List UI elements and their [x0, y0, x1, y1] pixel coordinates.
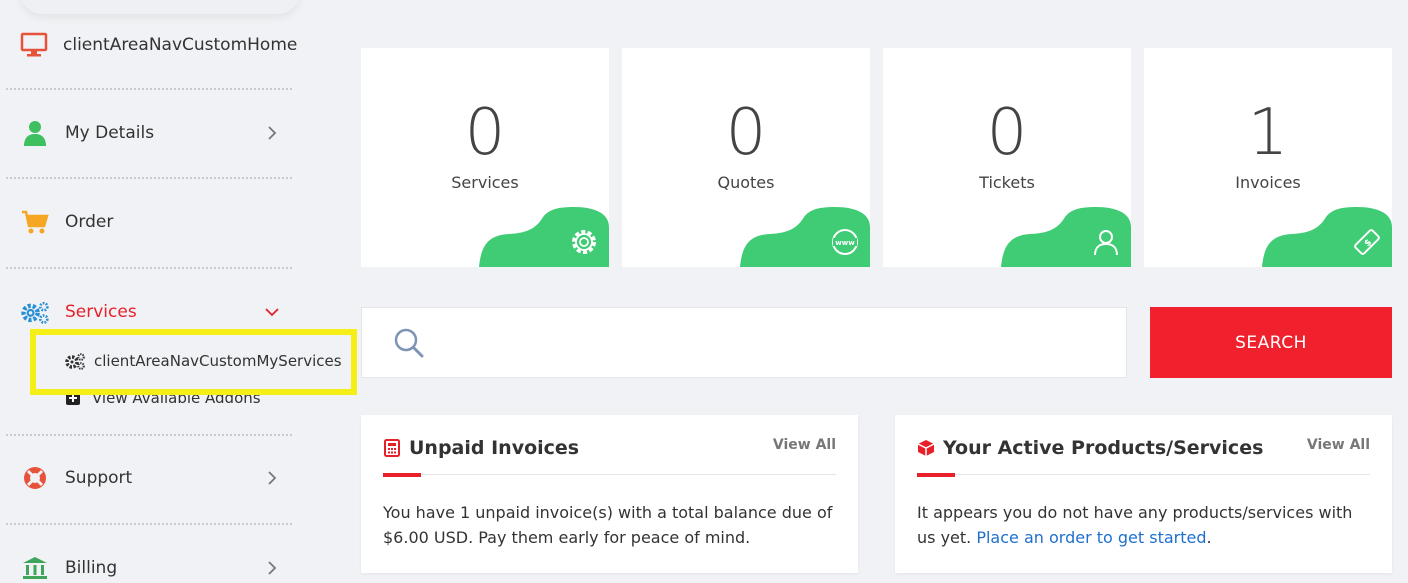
sidebar-item-home[interactable]: clientAreaNavCustomHome: [20, 25, 297, 65]
cart-icon: [20, 207, 50, 237]
panel-accent-bar: [383, 473, 421, 477]
panel-title-text: Unpaid Invoices: [409, 437, 580, 459]
sidebar-divider: [6, 177, 292, 179]
www-globe-icon: www: [828, 225, 862, 259]
gears-icon: [20, 297, 50, 327]
search-box: [361, 307, 1127, 378]
panel-title: Unpaid Invoices: [383, 437, 579, 459]
user-icon: [1089, 225, 1123, 259]
sidebar-item-label: My Details: [65, 123, 155, 143]
sidebar-divider: [6, 523, 292, 525]
search-button[interactable]: SEARCH: [1150, 307, 1392, 378]
sidebar-item-services[interactable]: Services: [20, 292, 280, 332]
unpaid-invoices-panel: Unpaid Invoices View All You have 1 unpa…: [361, 415, 858, 573]
chevron-right-icon: [264, 470, 280, 486]
ticket-icon: $: [1350, 225, 1384, 259]
svg-text:www: www: [835, 239, 855, 247]
panel-title: Your Active Products/Services: [917, 437, 1263, 459]
panel-body: It appears you do not have any products/…: [917, 500, 1370, 550]
panel-header: Your Active Products/Services View All: [917, 435, 1370, 477]
sidebar-item-label: Billing: [65, 558, 118, 578]
sidebar-item-label: Support: [65, 468, 133, 488]
stat-value: 0: [725, 96, 767, 170]
stat-card-tickets[interactable]: 0 Tickets: [883, 48, 1131, 267]
stat-label: Services: [451, 173, 519, 192]
sidebar-divider: [6, 267, 292, 269]
active-products-panel: Your Active Products/Services View All I…: [895, 415, 1392, 573]
sidebar-item-billing[interactable]: Billing: [20, 548, 280, 583]
chevron-right-icon: [264, 125, 280, 141]
sidebar-item-my-details[interactable]: My Details: [20, 113, 280, 153]
sidebar-item-label: clientAreaNavCustomHome: [63, 35, 298, 55]
stat-card-services[interactable]: 0 Services: [361, 48, 609, 267]
stat-label: Quotes: [717, 173, 775, 192]
sidebar-top-panel: [20, 0, 300, 14]
sidebar: clientAreaNavCustomHome My Details Order…: [0, 0, 357, 583]
sidebar-divider: [6, 88, 292, 90]
panel-body: You have 1 unpaid invoice(s) with a tota…: [383, 503, 833, 547]
stat-label: Invoices: [1235, 173, 1301, 192]
panel-header: Unpaid Invoices View All: [383, 435, 836, 477]
lifebuoy-icon: [20, 463, 50, 493]
bank-icon: [20, 553, 50, 583]
user-icon: [20, 118, 50, 148]
stat-value: 0: [986, 96, 1028, 170]
sidebar-item-order[interactable]: Order: [20, 202, 280, 242]
unpaid-view-all-link[interactable]: View All: [773, 437, 836, 453]
svg-text:$: $: [1363, 238, 1375, 250]
stat-card-quotes[interactable]: 0 Quotes www: [622, 48, 870, 267]
active-view-all-link[interactable]: View All: [1307, 437, 1370, 453]
chevron-down-icon: [264, 304, 280, 320]
search-input[interactable]: [426, 308, 1126, 377]
search-icon: [394, 328, 424, 357]
cube-icon: [917, 439, 935, 457]
highlight-box: [30, 329, 357, 395]
calculator-icon: [383, 439, 401, 457]
panel-title-text: Your Active Products/Services: [943, 437, 1264, 459]
stat-card-invoices[interactable]: 1 Invoices $: [1144, 48, 1392, 267]
stat-value: 1: [1247, 96, 1289, 170]
sidebar-divider: [6, 434, 292, 436]
sidebar-item-support[interactable]: Support: [20, 458, 280, 498]
panel-body-suffix: .: [1206, 528, 1212, 547]
gear-icon: [567, 225, 601, 259]
sidebar-item-label: Order: [65, 212, 114, 232]
stat-value: 0: [464, 96, 506, 170]
chevron-right-icon: [264, 560, 280, 576]
panel-accent-bar: [917, 473, 955, 477]
place-order-link[interactable]: Place an order to get started: [976, 528, 1206, 547]
stat-label: Tickets: [979, 173, 1035, 192]
sidebar-item-label: Services: [65, 302, 137, 322]
monitor-icon: [20, 30, 48, 60]
